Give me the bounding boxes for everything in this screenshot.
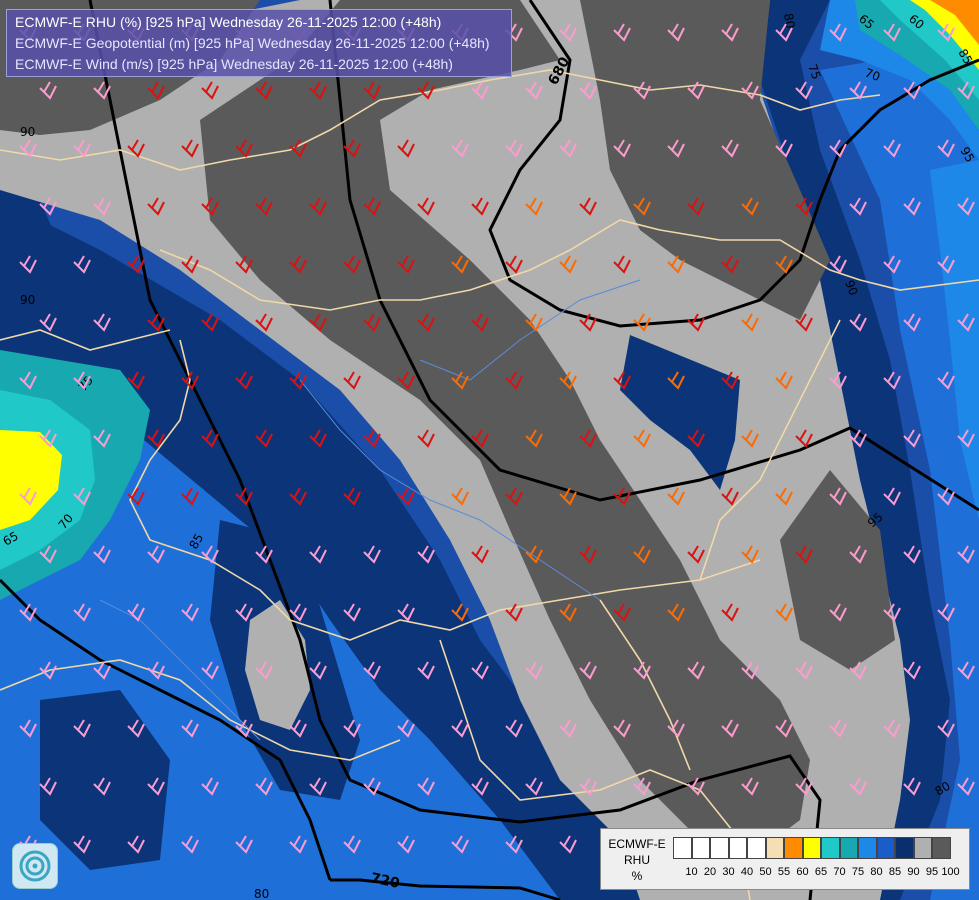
legend-swatch (728, 837, 747, 859)
legend-swatch (691, 837, 710, 859)
label-90-top: 90 (20, 125, 35, 139)
legend-title-source: ECMWF-E (608, 837, 666, 851)
header-wind: ECMWF-E Wind (m/s) [925 hPa] Wednesday 2… (15, 56, 453, 72)
header-geopotential: ECMWF-E Geopotential (m) [925 hPa] Wedne… (15, 35, 490, 51)
label-90-left: 90 (20, 293, 35, 307)
legend-swatch (932, 837, 951, 859)
legend-swatch (747, 837, 766, 859)
legend-swatch (913, 837, 932, 859)
legend-swatch (802, 837, 821, 859)
legend-swatch (858, 837, 877, 859)
legend-swatch (784, 837, 803, 859)
legend-swatch (821, 837, 840, 859)
legend-swatch (839, 837, 858, 859)
ecmwf-logo-icon (12, 843, 58, 889)
legend-swatch (876, 837, 895, 859)
legend-swatch (673, 837, 692, 859)
legend-swatch (765, 837, 784, 859)
legend-title-unit: % (631, 869, 643, 883)
legend-swatch (710, 837, 729, 859)
legend-title-variable: RHU (624, 853, 650, 867)
header-rhu: ECMWF-E RHU (%) [925 hPa] Wednesday 26-1… (15, 14, 442, 30)
rhu-legend: ECMWF-E RHU % 10 20 30 40 50 55 60 65 70 75 80 85 90… (600, 828, 970, 890)
weather-map: 680 720 95 90 90 75 70 65 80 80 85 65 60… (0, 0, 979, 900)
label-80-bottom: 80 (254, 887, 269, 900)
legend-swatch (895, 837, 914, 859)
legend-tick-label: 100 (941, 866, 960, 878)
map-header: ECMWF-E RHU (%) [925 hPa] Wednesday 26-1… (6, 9, 512, 77)
